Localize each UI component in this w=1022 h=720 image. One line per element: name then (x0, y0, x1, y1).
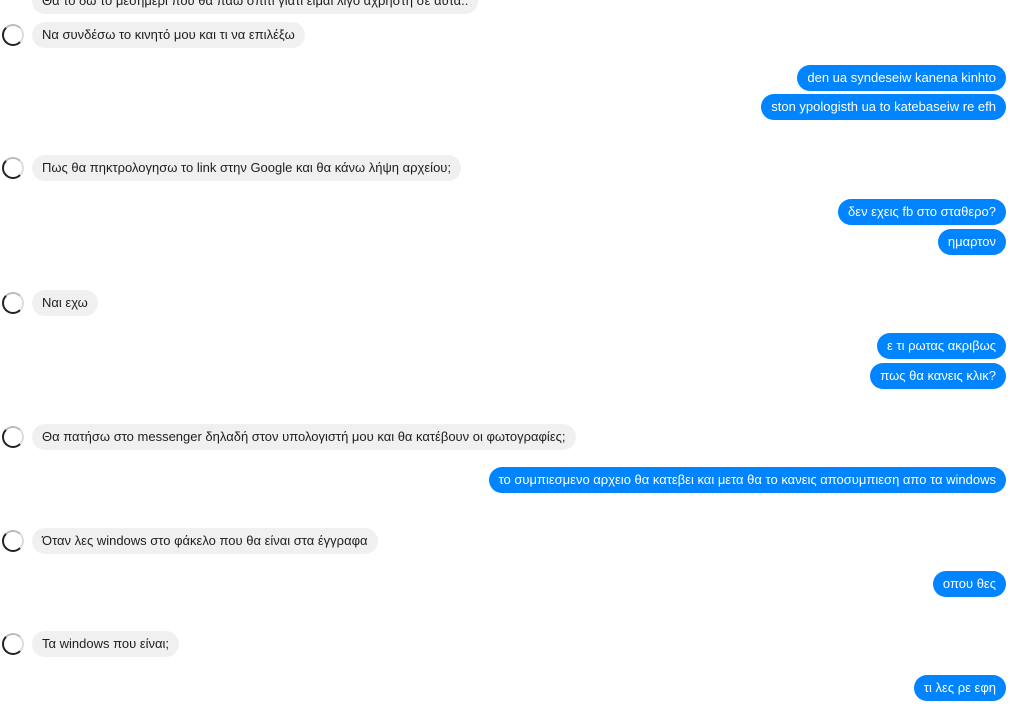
contact-avatar-icon[interactable] (2, 24, 24, 46)
message-thread: Θα το δω το μεσημέρι που θα πάω σπίτι γι… (0, 0, 1022, 720)
contact-avatar-icon[interactable] (2, 292, 24, 314)
incoming-message[interactable]: Πως θα πηκτρολογησω το link στην Google … (32, 155, 462, 181)
outgoing-message[interactable]: οπου θες (932, 571, 1006, 597)
outgoing-message[interactable]: το συμπιεσμενο αρχειο θα κατεβει και μετ… (488, 467, 1006, 493)
outgoing-message[interactable]: πως θα κανεις κλικ? (870, 363, 1006, 389)
incoming-message[interactable]: Ναι εχω (32, 290, 98, 316)
incoming-message[interactable]: Να συνδέσω το κινητό μου και τι να επιλέ… (32, 22, 305, 48)
outgoing-message[interactable]: ε τι ρωτας ακριβως (877, 333, 1006, 359)
incoming-message[interactable]: Θα το δω το μεσημέρι που θα πάω σπίτι γι… (32, 0, 479, 14)
incoming-message[interactable]: Όταν λες windows στο φάκελο που θα είναι… (32, 528, 378, 554)
contact-avatar-icon[interactable] (2, 633, 24, 655)
contact-avatar-icon[interactable] (2, 426, 24, 448)
outgoing-message[interactable]: τι λες ρε εφη (913, 675, 1006, 701)
outgoing-message[interactable]: ημαρτον (937, 229, 1006, 255)
incoming-message[interactable]: Θα πατήσω στο messenger δηλαδή στον υπολ… (32, 424, 576, 450)
outgoing-message[interactable]: ston ypologisth ua to katebaseiw re efh (761, 94, 1006, 120)
contact-avatar-icon[interactable] (2, 157, 24, 179)
outgoing-message[interactable]: δεν εχεις fb στο σταθερο? (838, 199, 1006, 225)
contact-avatar-icon[interactable] (2, 530, 24, 552)
outgoing-message[interactable]: den ua syndeseiw kanena kinhto (797, 65, 1006, 91)
incoming-message[interactable]: Τα windows που είναι; (32, 631, 180, 657)
